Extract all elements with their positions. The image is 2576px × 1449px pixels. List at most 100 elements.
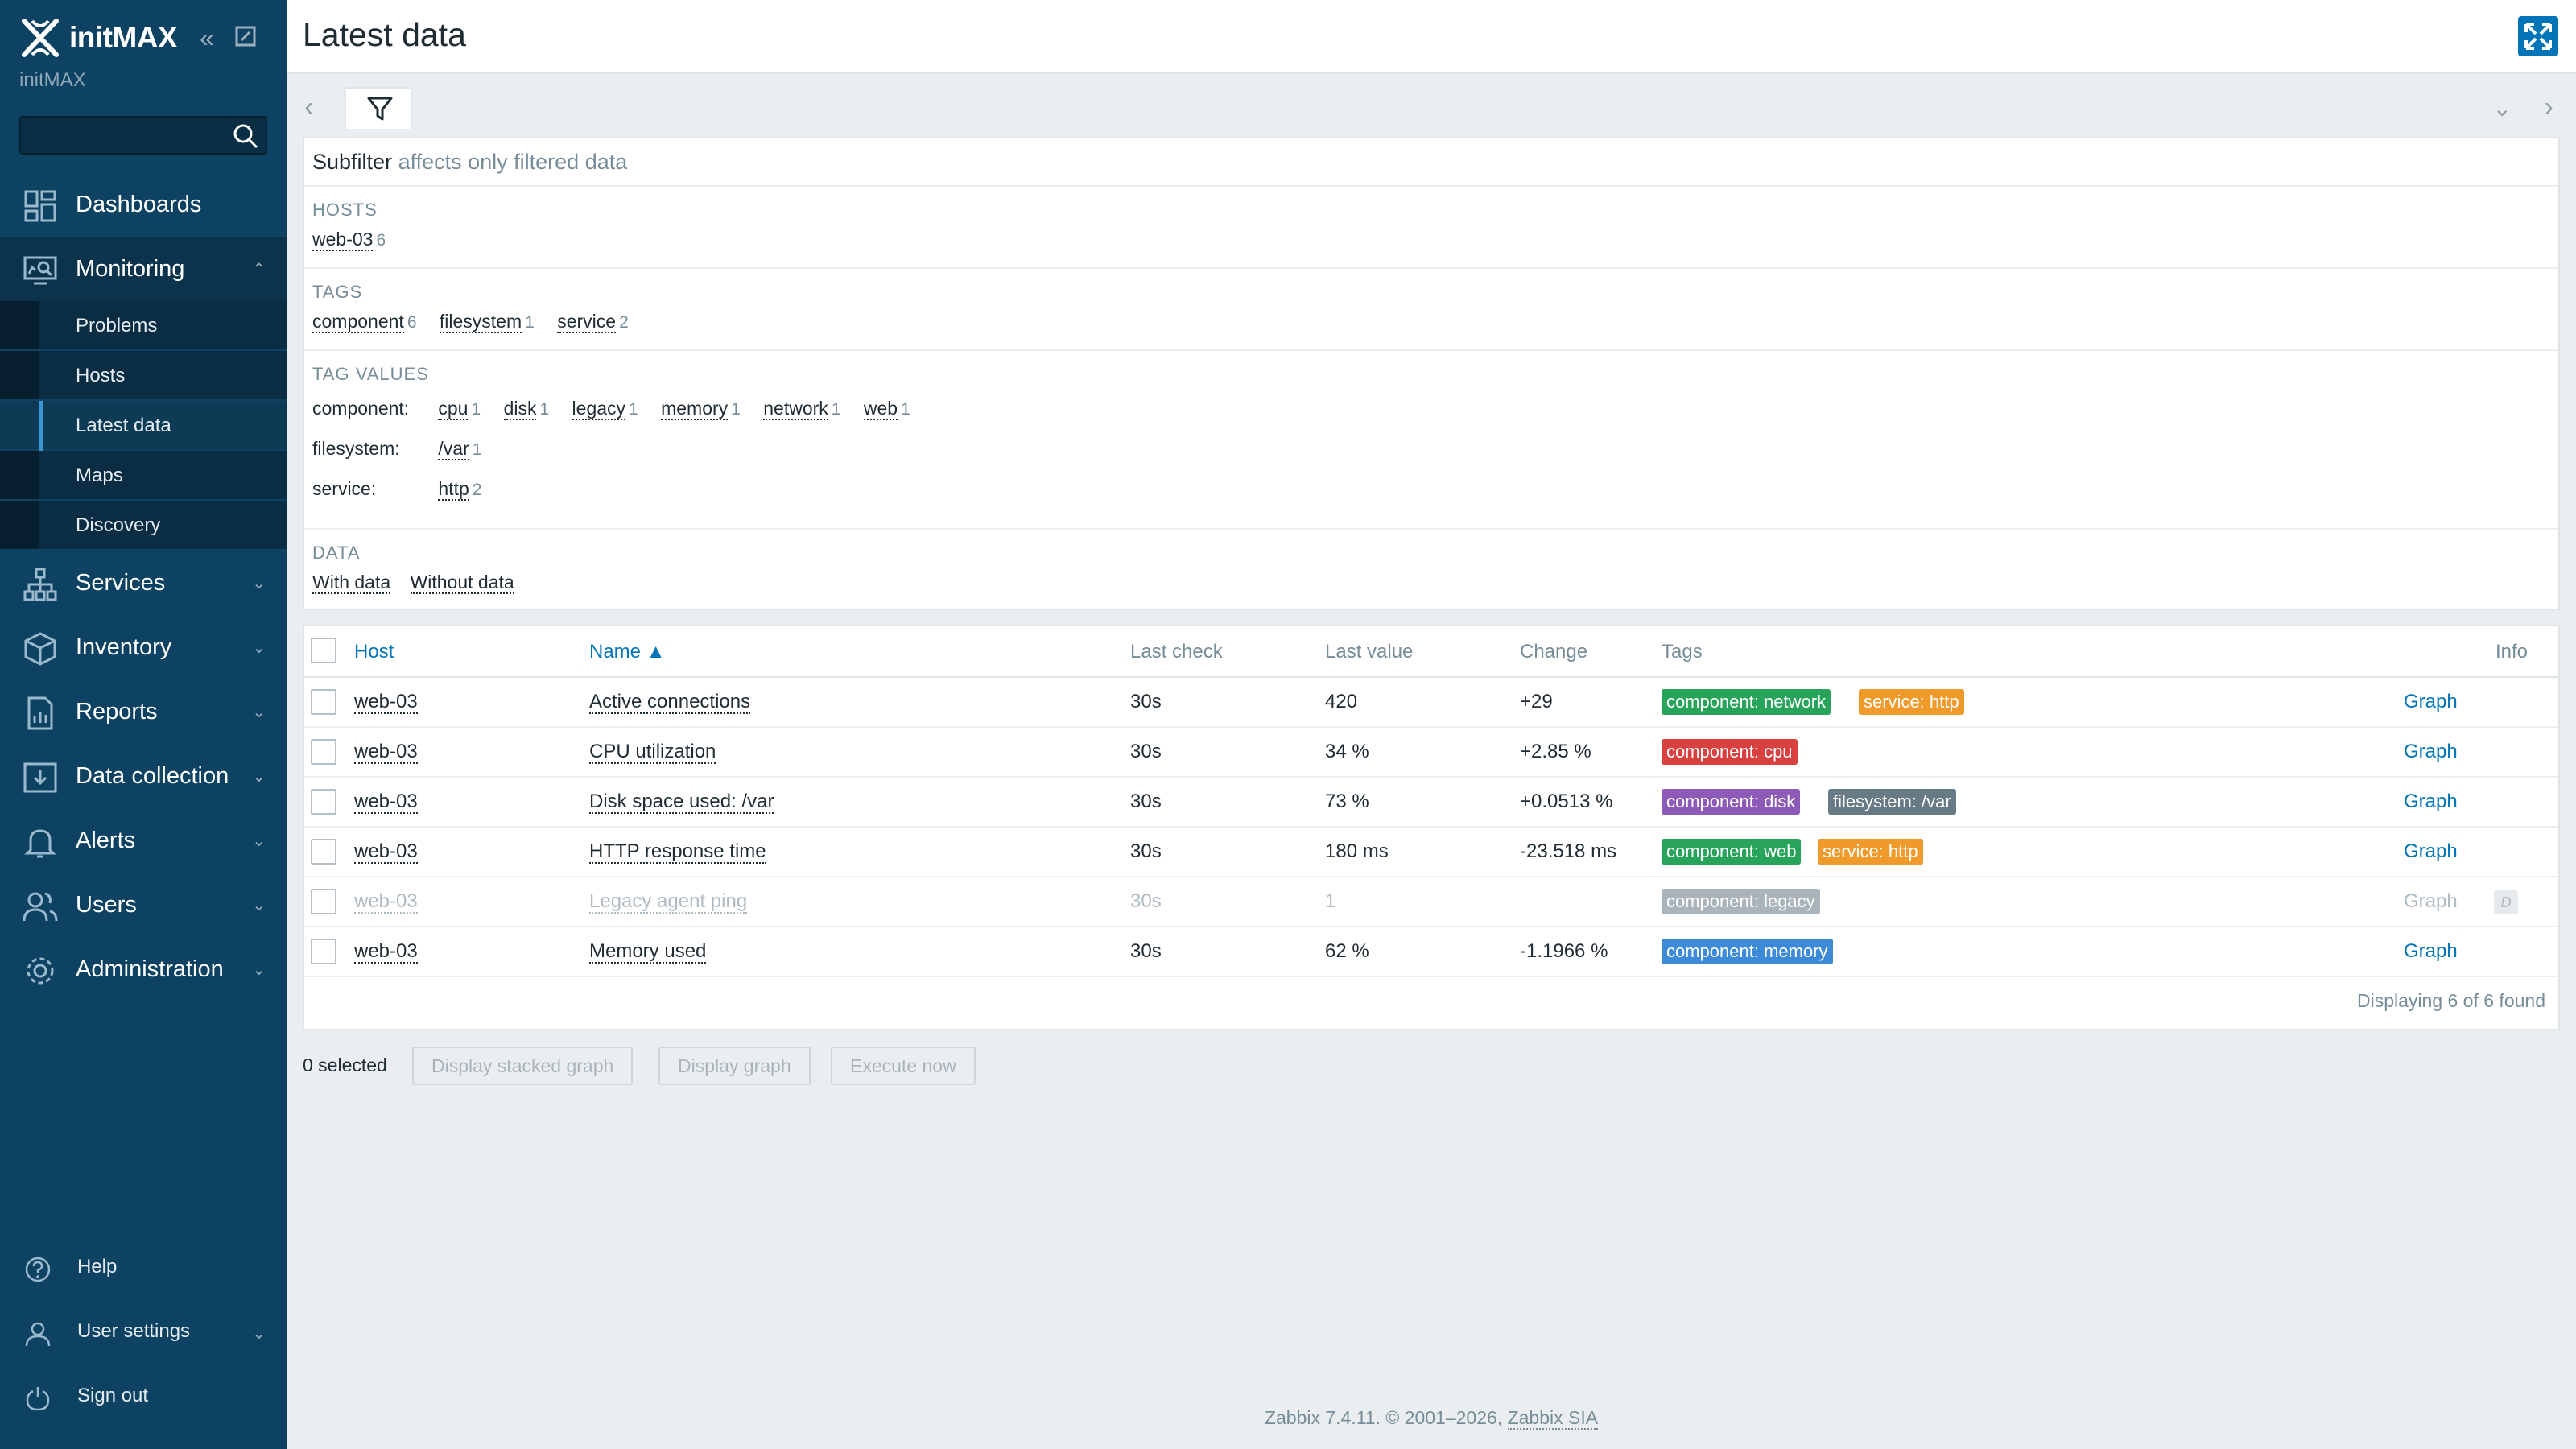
graph-link[interactable]: Graph [2404,741,2458,762]
subfilter-tag-link[interactable]: service [557,311,617,333]
submenu-item-discovery[interactable]: Discovery [0,501,287,551]
data-line: With data Without data [312,572,518,594]
subfilter-hosts: HOSTS web-03 6 [304,187,2558,269]
submenu-item-latest-data[interactable]: Latest data [0,401,287,451]
subfilter-value-link[interactable]: web [863,398,898,420]
display-stacked-graph-button[interactable]: Display stacked graph [412,1046,634,1085]
subfilter-host-link[interactable]: web-03 [312,229,374,251]
row-checkbox[interactable] [311,939,336,964]
menu-item-monitoring[interactable]: Monitoring ⌃ [0,237,287,301]
host-link[interactable]: web-03 [354,791,418,814]
menu-item-administration[interactable]: Administration ⌄ [0,937,287,1001]
subfilter-value-link[interactable]: legacy [572,398,626,420]
tag-badge[interactable]: component: web [1662,839,1802,865]
tag-badge[interactable]: component: legacy [1662,889,1820,914]
item-name-link[interactable]: Active connections [589,691,751,714]
hosts-heading: HOSTS [312,200,378,220]
tag-badge[interactable]: component: cpu [1662,739,1798,765]
host-link[interactable]: web-03 [354,940,418,964]
item-name-link[interactable]: HTTP response time [589,840,766,864]
subfilter-value-link[interactable]: http [438,478,469,501]
menu-item-dashboards[interactable]: Dashboards [0,172,287,237]
filter-bar: ‹ ⌄ › [303,87,2560,129]
subfilter-panel: Subfilter affects only filtered data HOS… [303,137,2560,610]
chevron-down-icon: ⌄ [252,767,266,786]
without-data-link[interactable]: Without data [410,572,514,594]
subfilter-note: affects only filtered data [398,150,628,174]
change-value: +0.0513 % [1520,791,1613,812]
menu-item-data-collection[interactable]: Data collection ⌄ [0,744,287,808]
tag-badge[interactable]: component: disk [1662,789,1801,815]
display-graph-button[interactable]: Display graph [658,1046,811,1085]
kiosk-mode-button[interactable] [2518,16,2558,56]
pin-sidebar-icon[interactable] [232,24,259,52]
tag-badge[interactable]: service: http [1818,839,1923,865]
row-checkbox[interactable] [311,739,336,765]
disabled-info-icon[interactable]: D [2494,890,2518,914]
tag-badge[interactable]: filesystem: /var [1828,789,1956,815]
host-link[interactable]: web-03 [354,741,418,764]
graph-link[interactable]: Graph [2404,890,2458,912]
subfilter-value-link[interactable]: disk [503,398,537,420]
chevron-right-icon[interactable]: › [2545,92,2553,123]
item-name-link[interactable]: Memory used [589,940,707,964]
tag-badge[interactable]: component: network [1662,689,1831,715]
item-name-link[interactable]: Legacy agent ping [589,890,748,914]
row-checkbox[interactable] [311,689,336,715]
submenu-item-hosts[interactable]: Hosts [0,351,287,401]
menu-item-services[interactable]: Services ⌄ [0,551,287,615]
footer-link[interactable]: Zabbix SIA [1507,1407,1599,1430]
subfilter-value-link[interactable]: cpu [438,398,469,420]
collapse-sidebar-icon[interactable]: « [193,24,221,52]
graph-link[interactable]: Graph [2404,791,2458,812]
subfilter-tag-link[interactable]: component [312,311,404,333]
menu-item-users[interactable]: Users ⌄ [0,873,287,937]
row-checkbox[interactable] [311,789,336,815]
filter-icon [367,97,393,121]
tag-values-label: service: [312,478,377,499]
with-data-link[interactable]: With data [312,572,391,594]
sidebar-search-input[interactable] [19,116,267,155]
execute-now-button[interactable]: Execute now [831,1046,976,1085]
item-name-link[interactable]: CPU utilization [589,741,716,764]
submenu-item-maps[interactable]: Maps [0,451,287,501]
menu-item-inventory[interactable]: Inventory ⌄ [0,615,287,679]
graph-link[interactable]: Graph [2404,940,2458,962]
submenu-item-problems[interactable]: Problems [0,301,287,351]
footer-text: Zabbix 7.4.11. © 2001–2026, [1264,1407,1508,1428]
menu-item-user-settings[interactable]: User settings ⌄ [0,1301,287,1365]
menu-label: Help [77,1256,118,1278]
search-icon[interactable] [232,122,259,150]
subfilter-tag-link[interactable]: filesystem [439,311,522,333]
tag-badge[interactable]: service: http [1859,689,1964,715]
row-checkbox[interactable] [311,839,336,865]
footer: Zabbix 7.4.11. © 2001–2026, Zabbix SIA [287,1407,2576,1430]
host-link[interactable]: web-03 [354,840,418,864]
subfilter-count: 1 [539,400,550,419]
chevron-down-icon[interactable]: ⌄ [2493,95,2512,122]
host-link[interactable]: web-03 [354,890,418,914]
subfilter-value-link[interactable]: memory [661,398,729,420]
subfilter-value-link[interactable]: /var [438,438,469,460]
menu-item-help[interactable]: Help [0,1236,287,1301]
column-header-name[interactable]: Name ▲ [589,641,665,663]
host-link[interactable]: web-03 [354,691,418,714]
graph-link[interactable]: Graph [2404,691,2458,712]
subfilter-count: 6 [407,313,417,332]
graph-link[interactable]: Graph [2404,840,2458,862]
subfilter-value-link[interactable]: network [763,398,828,420]
menu-item-alerts[interactable]: Alerts ⌄ [0,808,287,873]
column-header-host[interactable]: Host [354,641,394,663]
menu-item-sign-out[interactable]: Sign out [0,1365,287,1430]
tag-badge[interactable]: component: memory [1662,939,1833,964]
logo[interactable]: initMAX [19,18,178,58]
monitoring-icon [23,256,57,285]
item-name-link[interactable]: Disk space used: /var [589,791,774,814]
filter-tab[interactable] [345,87,412,129]
chevron-left-icon[interactable]: ‹ [304,92,313,123]
last-check: 30s [1130,890,1162,912]
last-check: 30s [1130,791,1162,812]
select-all-checkbox[interactable] [311,638,336,663]
row-checkbox[interactable] [311,889,336,914]
menu-item-reports[interactable]: Reports ⌄ [0,679,287,744]
